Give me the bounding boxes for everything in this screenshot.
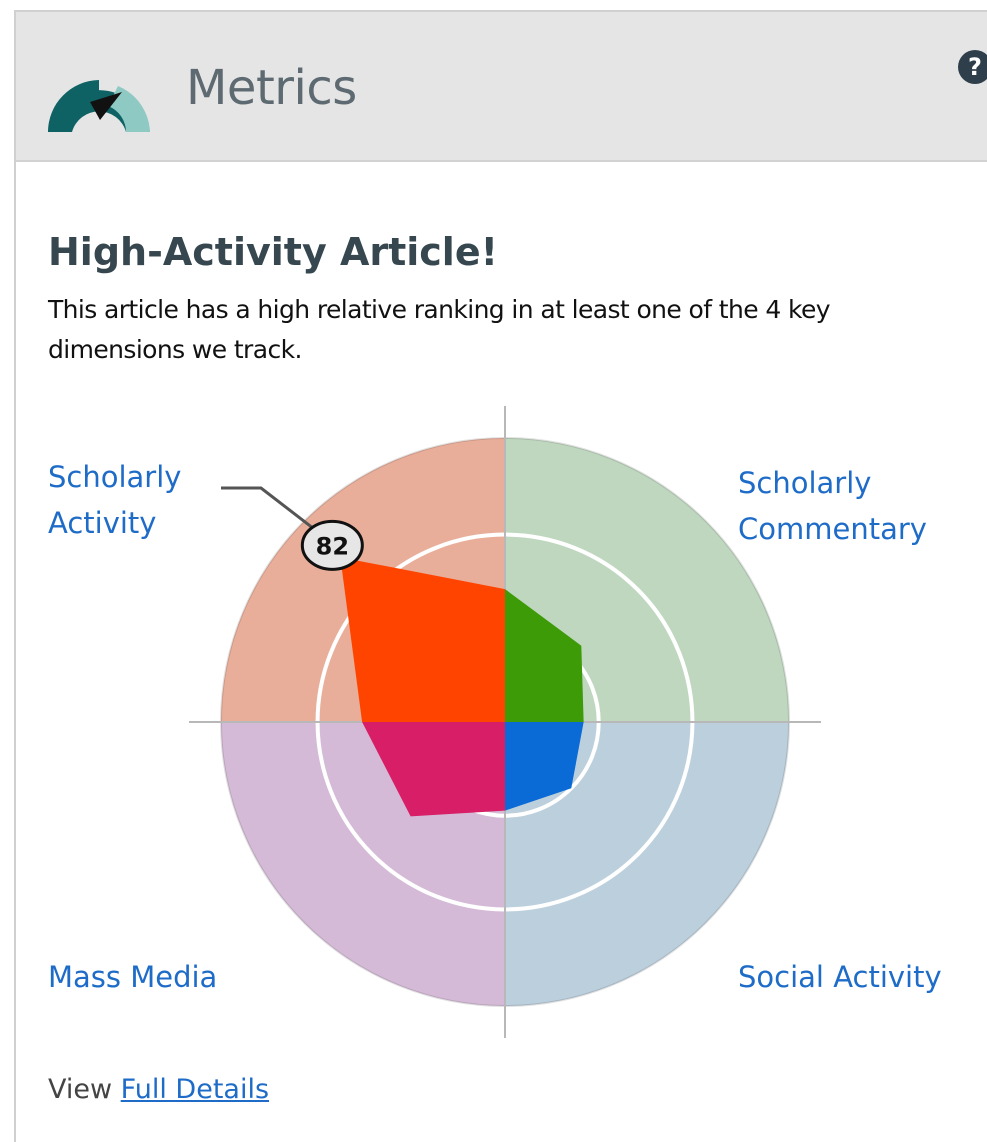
- label-social-activity[interactable]: Social Activity: [738, 954, 942, 1000]
- footer-prefix: View: [48, 1074, 113, 1105]
- footer: View Full Details: [48, 1074, 269, 1105]
- description-text: This article has a high relative ranking…: [48, 295, 831, 364]
- label-mass-media[interactable]: Mass Media: [48, 954, 217, 1000]
- full-details-link[interactable]: Full Details: [121, 1074, 269, 1105]
- label-scholarly-activity[interactable]: Scholarly Activity: [48, 454, 248, 546]
- headline: High-Activity Article!: [48, 230, 498, 274]
- page-title: Metrics: [186, 60, 357, 116]
- label-scholarly-commentary[interactable]: Scholarly Commentary: [738, 460, 987, 552]
- widget-header: Metrics ?: [16, 12, 987, 162]
- metrics-widget: Metrics ? High-Activity Article! This ar…: [14, 10, 987, 1142]
- help-question-icon[interactable]: ?: [958, 50, 987, 84]
- speedometer-gauge-icon: [48, 80, 150, 132]
